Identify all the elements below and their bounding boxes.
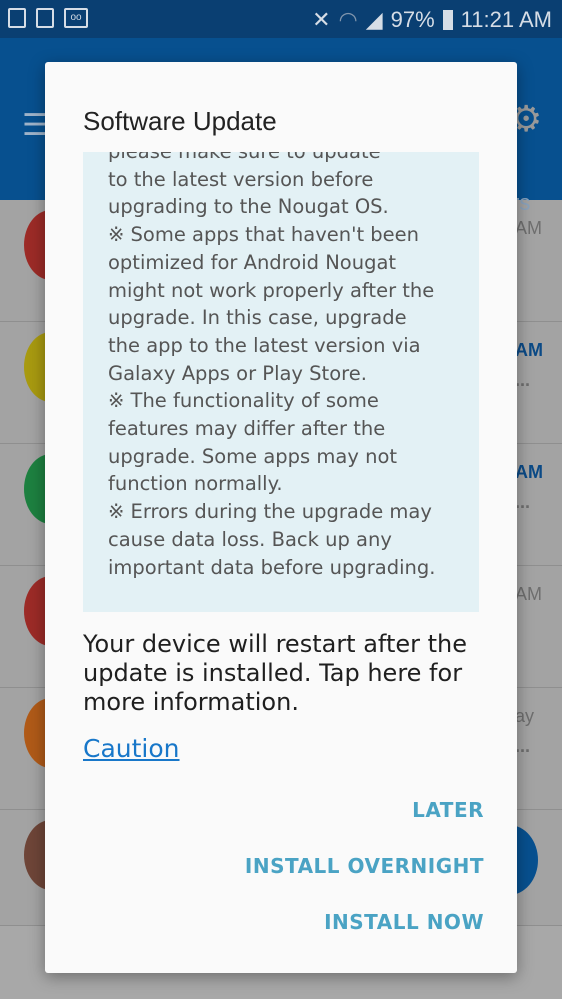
item-time: AM <box>515 584 542 604</box>
dialog-title: Software Update <box>83 106 277 136</box>
device-clock-icon <box>36 8 54 28</box>
install-overnight-button[interactable]: INSTALL OVERNIGHT <box>245 854 484 878</box>
battery-percent: 97% <box>390 7 435 32</box>
details-line: function normally. <box>108 472 283 496</box>
status-bar: oo ✕ ◠ ◢ 97% 11:21 AM <box>0 0 562 38</box>
details-line: ※ The functionality of some <box>108 389 379 413</box>
details-line: upgrade. In this case, upgrade <box>108 306 407 330</box>
details-line: please make sure to update <box>108 152 435 166</box>
details-line: to the latest version before <box>108 167 374 191</box>
details-line: cause data loss. Back up any <box>108 527 392 551</box>
restart-note[interactable]: Your device will restart after the updat… <box>83 630 503 717</box>
item-preview: ... <box>515 370 531 390</box>
details-line: optimized for Android Nougat <box>108 250 397 274</box>
install-now-button[interactable]: INSTALL NOW <box>324 910 484 934</box>
details-line: important data before upgrading. <box>108 555 436 579</box>
item-preview: ... <box>515 736 531 756</box>
signal-icon: ◢ <box>365 7 383 32</box>
details-line: ※ Errors during the upgrade may <box>108 500 432 524</box>
caution-link[interactable]: Caution <box>83 734 180 763</box>
details-line: ※ Some apps that haven't been <box>108 223 420 247</box>
item-time: ay <box>515 706 535 726</box>
details-text: please make sure to updateto the latest … <box>108 152 435 581</box>
details-line: might not work properly after the <box>108 278 435 302</box>
battery-icon <box>442 10 453 30</box>
clock: 11:21 AM <box>460 7 552 32</box>
mute-icon: ✕ <box>312 7 331 32</box>
item-time: AM <box>515 462 543 482</box>
software-update-dialog: Software Update please make sure to upda… <box>45 62 517 973</box>
details-line: features may differ after the <box>108 417 386 441</box>
wifi-icon: ◠ <box>338 7 358 32</box>
details-line: Galaxy Apps or Play Store. <box>108 361 367 385</box>
details-line: upgrading to the Nougat OS. <box>108 195 389 219</box>
details-scroll-area[interactable]: please make sure to updateto the latest … <box>83 152 479 612</box>
details-line: upgrade. Some apps may not <box>108 444 398 468</box>
voicemail-icon: oo <box>64 8 88 28</box>
image-icon <box>8 8 26 28</box>
later-button[interactable]: LATER <box>412 798 484 822</box>
item-time: AM <box>515 340 543 360</box>
item-preview: ... <box>515 492 531 512</box>
details-line: the app to the latest version via <box>108 333 421 357</box>
item-time: AM <box>515 218 542 238</box>
